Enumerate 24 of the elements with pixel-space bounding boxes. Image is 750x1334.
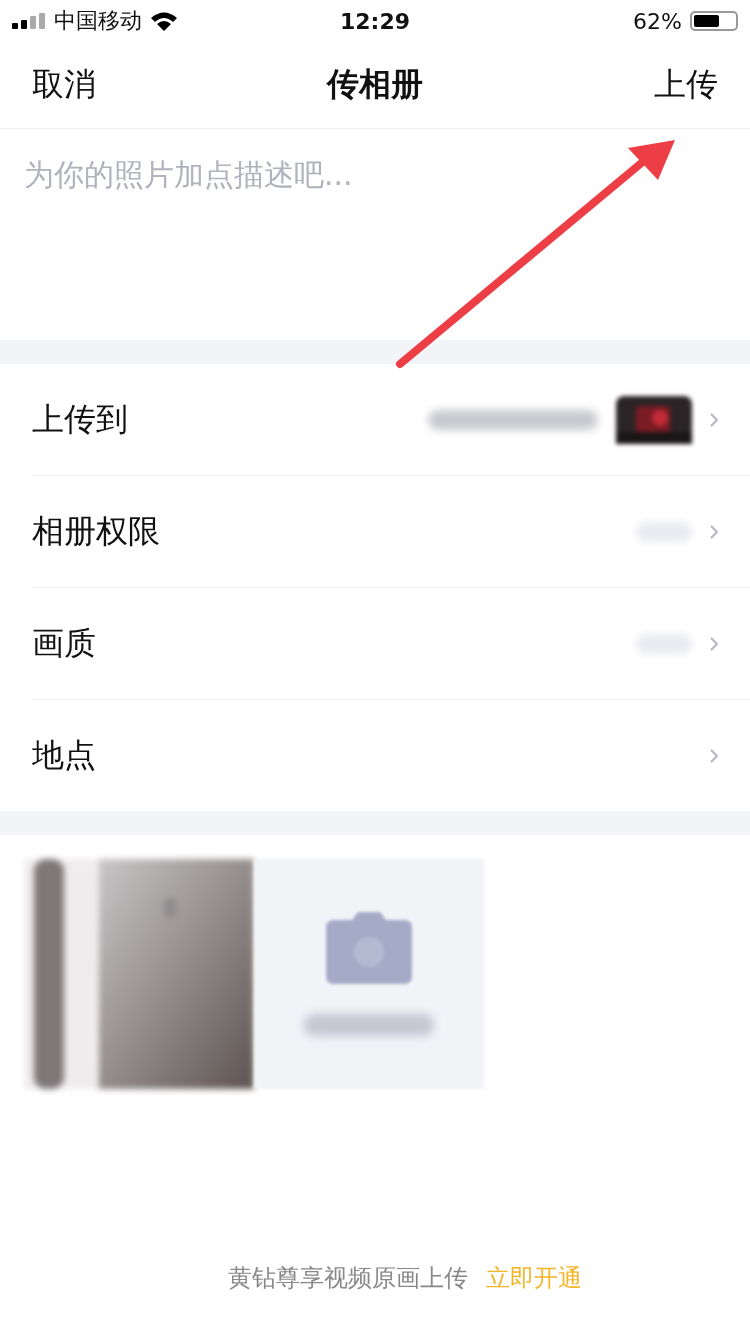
- wifi-icon: [150, 11, 178, 31]
- promo-text: 黄钻尊享视频原画上传: [228, 1263, 468, 1294]
- settings-row[interactable]: 地点: [32, 700, 750, 811]
- upload-button[interactable]: 上传: [654, 63, 718, 107]
- page-title: 传相册: [327, 64, 423, 105]
- battery-icon: [690, 11, 738, 31]
- row-label: 相册权限: [32, 510, 160, 552]
- row-label: 上传到: [32, 398, 128, 440]
- camera-icon: [326, 912, 412, 984]
- settings-row[interactable]: 画质: [32, 588, 750, 700]
- chevron-icon: [710, 412, 718, 427]
- signal-icon: [12, 13, 46, 29]
- settings-row[interactable]: 相册权限: [32, 476, 750, 588]
- row-label: 画质: [32, 622, 96, 664]
- status-time: 12:29: [340, 8, 410, 34]
- settings-row[interactable]: 上传到: [32, 364, 750, 476]
- carrier-name: 中国移动: [54, 7, 142, 35]
- add-photo-tile[interactable]: [254, 859, 484, 1089]
- cancel-button[interactable]: 取消: [32, 63, 96, 107]
- chevron-icon: [710, 636, 718, 651]
- battery-percent: 62%: [633, 8, 682, 34]
- chevron-icon: [710, 524, 718, 539]
- chevron-icon: [710, 748, 718, 763]
- row-label: 地点: [32, 734, 96, 776]
